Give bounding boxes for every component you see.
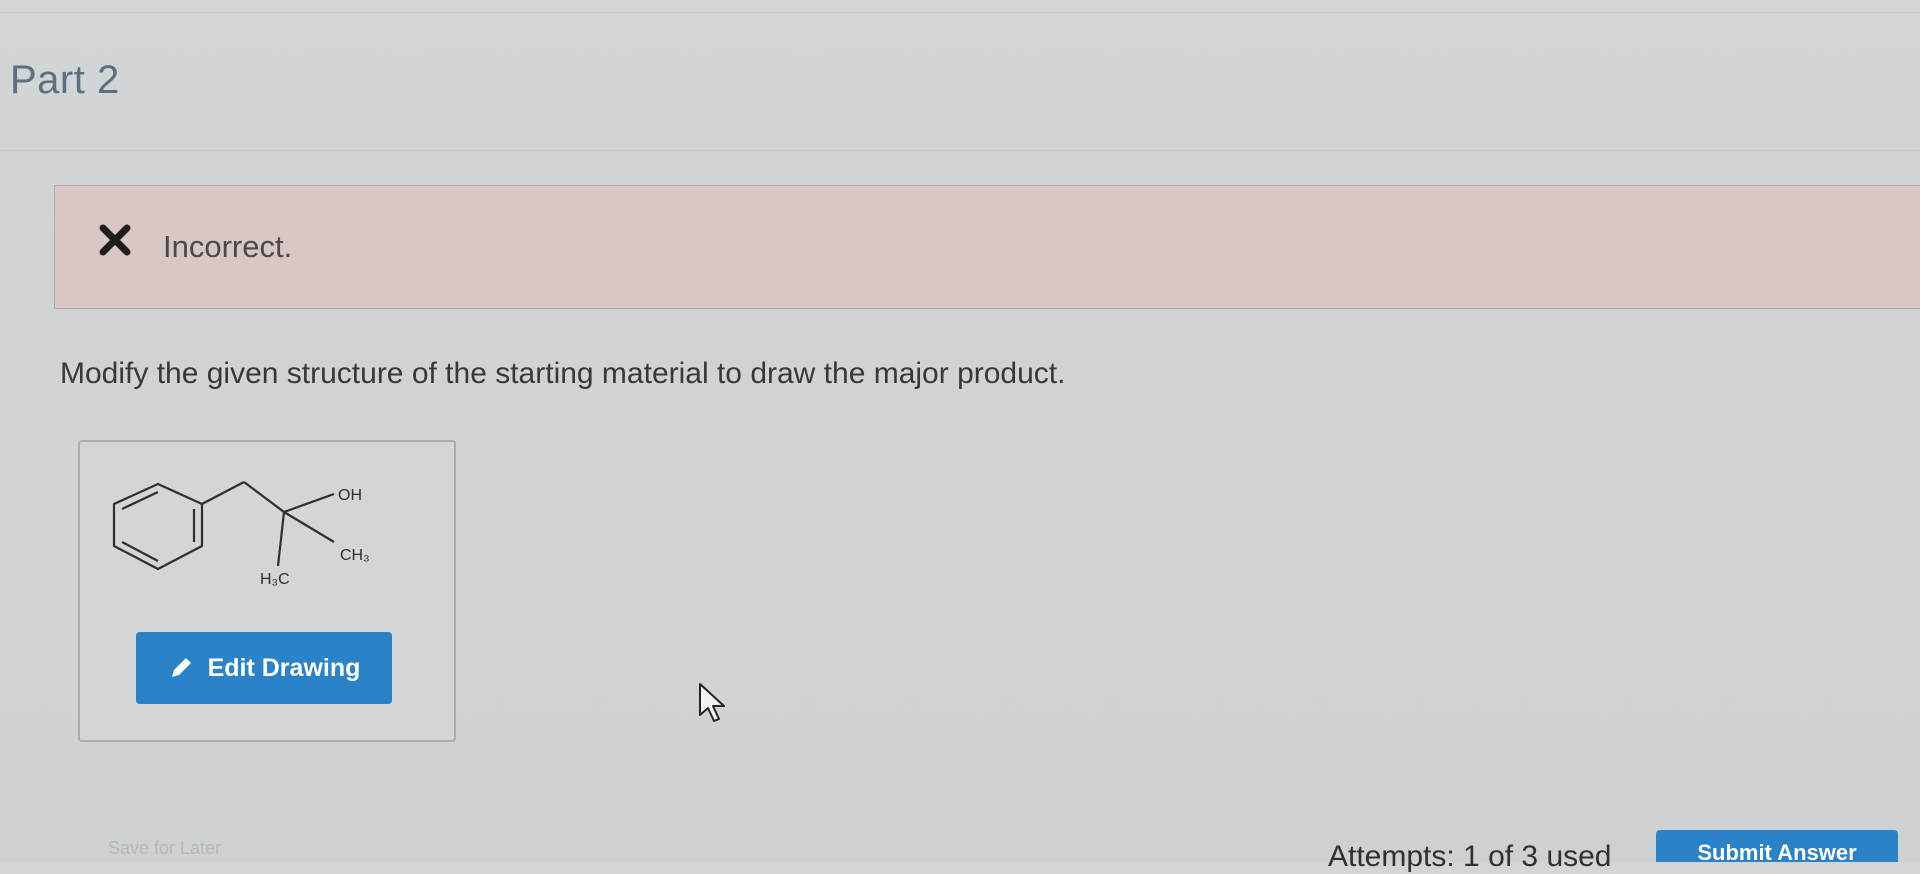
part-divider	[0, 150, 1920, 151]
part-title: Part 2	[10, 58, 120, 102]
x-mark-icon	[99, 224, 131, 256]
mouse-pointer-icon	[699, 683, 725, 722]
question-instruction: Modify the given structure of the starti…	[60, 357, 1066, 390]
save-for-later-link[interactable]: Save for Later	[108, 838, 221, 859]
molecule-structure: OH CH₃ H₃C	[112, 481, 370, 588]
top-divider	[0, 12, 1920, 13]
pencil-icon	[171, 658, 191, 677]
drawing-panel: OH CH₃ H₃C Edit Drawing	[78, 440, 456, 742]
oh-label: OH	[338, 487, 362, 504]
edit-drawing-label: Edit Drawing	[207, 653, 361, 682]
feedback-alert: Incorrect.	[54, 185, 1920, 309]
feedback-status: Incorrect.	[163, 229, 293, 264]
h3c-label: H₃C	[260, 571, 290, 588]
ch3-label: CH₃	[340, 547, 370, 564]
benzene-ring	[112, 482, 204, 571]
edit-drawing-button[interactable]: Edit Drawing	[136, 632, 392, 704]
submit-answer-button[interactable]: Submit Answer	[1656, 830, 1898, 862]
attempts-counter: Attempts: 1 of 3 used	[1328, 840, 1612, 873]
